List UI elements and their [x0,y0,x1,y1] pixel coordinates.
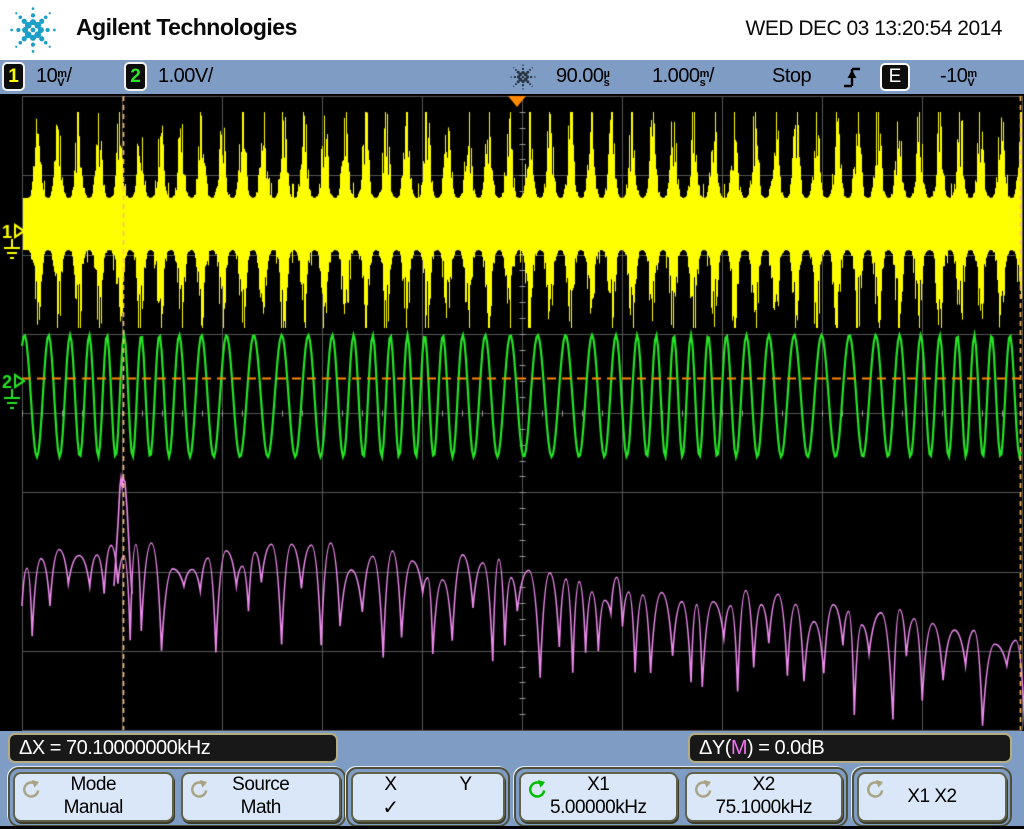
timebase-readout: 1.000ms/ [652,60,714,94]
agilent-spark-icon [506,62,540,92]
softkey-source[interactable]: Source Math [181,772,342,822]
softkey-mode[interactable]: Mode Manual [13,772,174,822]
trigger-slope-icon [842,65,862,90]
trigger-source-badge: E [880,63,910,91]
softkey-x2[interactable]: X2 75.1000kHz [685,772,844,822]
delta-y-readout: ΔY(M) = 0.0dB [688,733,1012,763]
check-icon: ✓ [353,796,428,820]
waveform-display [0,94,1024,731]
brand-title: Agilent Technologies [76,14,297,41]
channel2-badge: 2 [124,62,147,91]
softkey-cursor-xy[interactable]: XY ✓ [351,772,505,822]
agilent-logo-icon [6,3,60,57]
knob-icon [20,779,41,800]
knob-icon [692,779,713,800]
knob-icon [526,779,547,800]
channel1-badge: 1 [2,62,25,91]
channel2-scale: 1.00V/ [158,60,213,94]
channel1-scale: 10mV/ [36,60,72,94]
status-bar: 1 10mV/ 2 1.00V/ 90.00µs 1.000ms/ Stop E… [0,60,1024,94]
softkey-x1[interactable]: X1 5.00000kHz [519,772,678,822]
run-state: Stop [772,60,811,94]
knob-icon [188,779,209,800]
oscilloscope-screen: Agilent Technologies WED DEC 03 13:20:54… [0,0,1024,829]
softkey-group-x1x2-both: X1 X2 [852,767,1012,827]
softkey-group-xy: XY ✓ [346,767,510,827]
datetime: WED DEC 03 13:20:54 2014 [746,17,1003,41]
trigger-level: -10mV [940,60,977,94]
knob-icon [864,779,885,800]
softkey-group-mode-source: Mode Manual Source Math [8,767,346,827]
softkey-x1-x2-linked[interactable]: X1 X2 [857,772,1007,822]
softkey-group-x1x2: X1 5.00000kHz X2 75.1000kHz [514,767,848,827]
softkey-bar: ΔX = 70.10000000kHz ΔY(M) = 0.0dB Mode M… [0,731,1024,826]
delta-x-readout: ΔX = 70.10000000kHz [8,733,338,763]
header: Agilent Technologies WED DEC 03 13:20:54… [0,0,1024,60]
delay-readout: 90.00µs [556,60,609,94]
